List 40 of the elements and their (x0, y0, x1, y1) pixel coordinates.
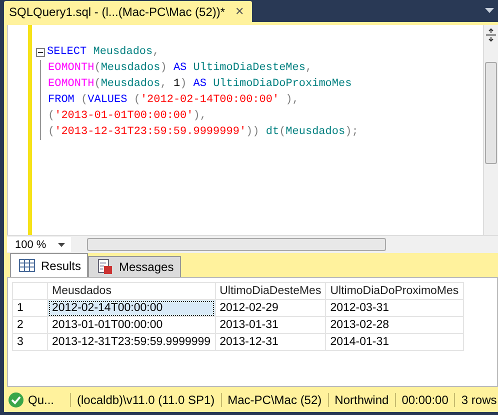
row-number[interactable]: 3 (12, 334, 48, 350)
grid-icon (19, 259, 35, 272)
vertical-scrollbar[interactable] (483, 25, 498, 235)
table-cell: 2012-03-31 (326, 300, 464, 316)
check-icon (8, 392, 24, 408)
status-item: Northwind (334, 392, 389, 406)
status-text: Qu... (28, 392, 54, 406)
table-cell: 2013-12-31 (215, 334, 326, 350)
status-item: 00:00:00 (402, 392, 448, 406)
column-header[interactable]: UltimoDiaDoProximoMes (326, 282, 464, 300)
document-tab[interactable]: SQLQuery1.sql - (l...(Mac-PC\Mac (52))* ✕ (4, 1, 252, 22)
zoom-dropdown[interactable]: 100 % (7, 237, 72, 252)
table-cell: 2012-02-14T00:00:00 (48, 300, 216, 316)
table-cell: 2013-12-31T23:59:59.9999999 (48, 334, 216, 350)
code-line: ('2013-01-01T00:00:00'), (48, 110, 206, 122)
status-item: (localdb)\v11.0 (11.0 SP1) (77, 392, 215, 406)
column-header[interactable]: Meusdados (48, 282, 216, 300)
code-line: FROM (VALUES ('2012-02-14T00:00:00' ), (48, 94, 299, 106)
table-cell: 2013-02-28 (326, 316, 464, 334)
code-line: EOMONTH(Meusdados) AS UltimoDiaDesteMes, (48, 62, 312, 74)
document-title: SQLQuery1.sql - (l...(Mac-PC\Mac (52))* (9, 4, 226, 18)
status-item: Mac-PC\Mac (52) (228, 392, 322, 406)
table-cell: 2014-01-31 (326, 334, 464, 350)
row-number[interactable]: 2 (12, 316, 48, 334)
split-icon[interactable] (485, 28, 497, 42)
code-line: ('2013-12-31T23:59:59.9999999')) dt(Meusdados); (48, 126, 358, 138)
status-item: 3 rows (461, 392, 497, 406)
result-tab[interactable]: Messages (88, 256, 181, 277)
table-cell: 2013-01-31 (215, 316, 326, 334)
code-line: SELECT Meusdados, (47, 46, 160, 58)
table-cell: 2012-02-29 (215, 300, 326, 316)
column-header[interactable]: UltimoDiaDesteMes (215, 282, 326, 300)
dropdown-arrow-icon (58, 242, 66, 246)
dropdown-arrow-icon[interactable] (485, 8, 494, 14)
table-cell: 2013-01-01T00:00:00 (48, 316, 216, 334)
code-line: EOMONTH(Meusdados, 1) AS UltimoDiaDoProximoMes (48, 78, 352, 90)
document-icon (97, 259, 114, 275)
close-button[interactable]: ✕ (235, 5, 244, 18)
collapse-icon[interactable] (36, 48, 45, 56)
result-tab[interactable]: Results (10, 253, 88, 277)
